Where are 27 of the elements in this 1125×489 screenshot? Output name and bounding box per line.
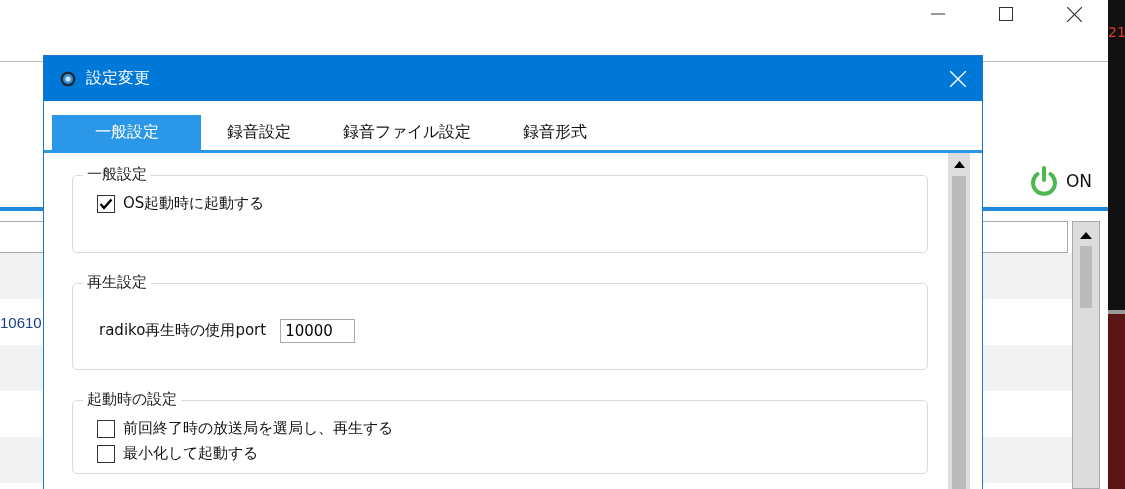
clock-text: 21: [1108, 24, 1125, 40]
group-title: 再生設定: [83, 273, 151, 292]
checkbox-label: 前回終了時の放送局を選局し、再生する: [123, 419, 393, 438]
field-label: radiko再生時の使用port: [99, 321, 267, 340]
group-title: 一般設定: [83, 165, 151, 184]
scroll-up-icon[interactable]: [953, 161, 965, 168]
dialog-title: 設定変更: [86, 68, 151, 89]
checkbox[interactable]: [97, 444, 115, 463]
checkbox[interactable]: [97, 194, 115, 213]
tab[interactable]: 録音ファイル設定: [317, 115, 497, 150]
scroll-up-icon[interactable]: [1080, 232, 1092, 239]
group-title: 起動時の設定: [83, 390, 181, 409]
scroll-thumb[interactable]: [952, 176, 966, 489]
table-cell: 10610: [0, 313, 42, 331]
scroll-thumb[interactable]: [1080, 246, 1092, 308]
tab[interactable]: 録音形式: [497, 115, 613, 150]
checkbox-label: 最小化して起動する: [123, 444, 258, 463]
tab[interactable]: 録音設定: [201, 115, 317, 150]
scrollbar[interactable]: [948, 153, 970, 489]
checkbox[interactable]: [97, 419, 115, 438]
close-icon[interactable]: [1067, 7, 1082, 22]
checkbox-label: OS起動時に起動する: [123, 194, 265, 213]
port-input[interactable]: 10000: [280, 318, 356, 343]
maximize-icon[interactable]: [999, 7, 1013, 21]
scrollbar[interactable]: [1072, 221, 1100, 489]
app-icon: [60, 70, 76, 87]
power-toggle[interactable]: ON: [1027, 165, 1092, 197]
